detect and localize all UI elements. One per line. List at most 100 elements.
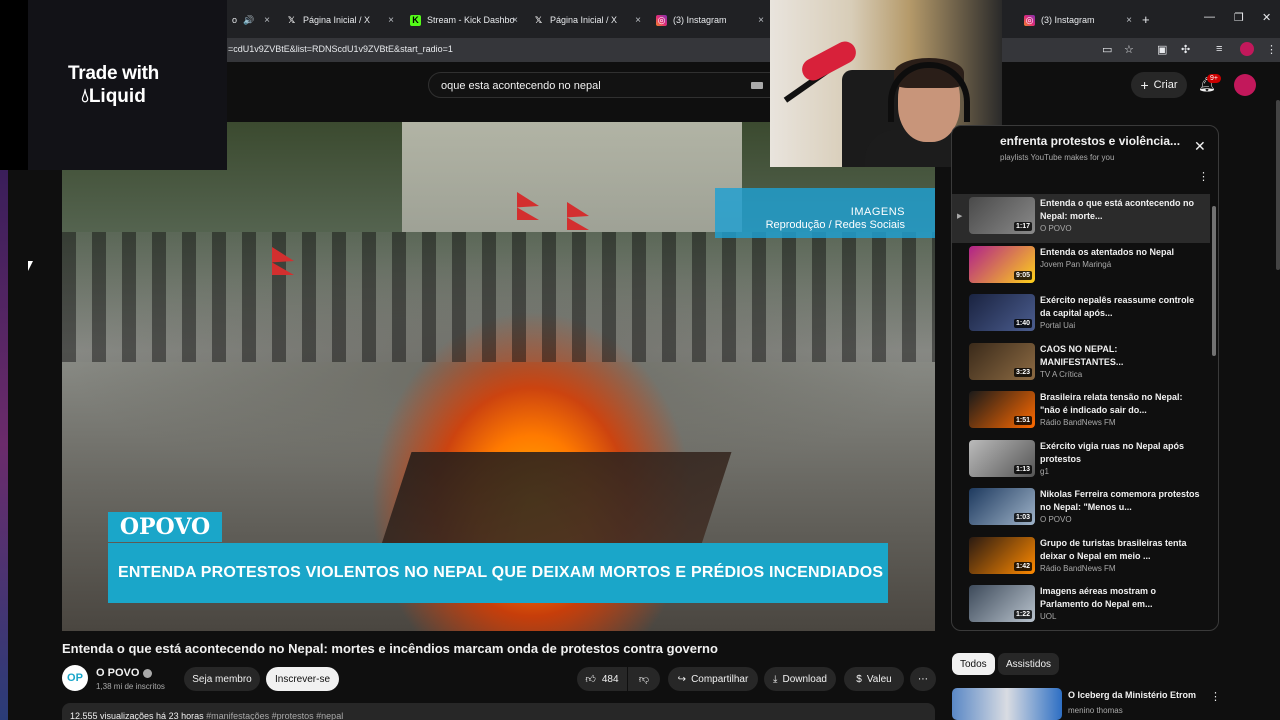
opovo-logo-tag: OPOVO xyxy=(108,512,222,542)
playlist-item[interactable]: 1:22 Imagens aéreas mostram o Parlamento … xyxy=(952,582,1210,630)
description-box[interactable]: 12.555 visualizações há 23 horas #manife… xyxy=(62,703,935,720)
playlist-thumbnail[interactable]: 1:40 xyxy=(969,294,1035,331)
playlist-thumbnail[interactable]: 1:17 xyxy=(969,197,1035,234)
bookmark-star-icon[interactable]: ☆ xyxy=(1124,43,1134,56)
duration-badge: 1:22 xyxy=(1013,610,1032,619)
chip-watched[interactable]: Assistidos xyxy=(998,653,1060,675)
close-tab-icon[interactable]: × xyxy=(758,15,764,26)
video-player[interactable]: IMAGENS Reprodução / Redes Sociais OPOVO… xyxy=(62,122,935,631)
tab-x-home-2[interactable]: 𝕏 Página Inicial / X × xyxy=(527,8,645,32)
close-tab-icon[interactable]: × xyxy=(512,15,518,26)
tab-search-icon[interactable]: ▣ xyxy=(1157,43,1167,56)
media-controls-icon[interactable]: ≡ xyxy=(1216,43,1222,55)
playlist-item-channel: UOL xyxy=(1040,612,1057,621)
playlist-item-title: CAOS NO NEPAL: MANIFESTANTES... xyxy=(1040,343,1124,367)
playlist-item[interactable]: 1:40 Exército nepalês reassume controle d… xyxy=(952,291,1210,340)
playlist-item-title: Exército nepalês reassume controle da ca… xyxy=(1040,295,1195,318)
tab-kick-dashboard[interactable]: K Stream - Kick Dashbo × xyxy=(404,8,522,32)
playlist-item-channel: O POVO xyxy=(1040,515,1072,524)
playlist-thumbnail[interactable]: 1:51 xyxy=(969,391,1035,428)
playlist-item-title: Entenda os atentados no Nepal xyxy=(1040,246,1175,257)
keyboard-icon[interactable] xyxy=(751,82,763,89)
playlist-item-channel: TV A Crítica xyxy=(1040,369,1083,379)
more-vertical-icon[interactable]: ⋮ xyxy=(1210,690,1221,703)
new-tab-icon[interactable]: + xyxy=(1142,12,1150,27)
playlist-item[interactable]: 9:05 Entenda os atentados no Nepal Jovem P… xyxy=(952,243,1210,292)
playlist-thumbnail[interactable]: 9:05 xyxy=(969,245,1035,283)
close-tab-icon[interactable]: × xyxy=(1126,15,1132,26)
like-button[interactable]: 👍︎ 484 xyxy=(577,667,627,691)
playlist-scrollbar[interactable] xyxy=(1212,206,1216,356)
hashtags[interactable]: #manifestações #protestos #nepal xyxy=(206,711,343,720)
browser-profile-avatar[interactable] xyxy=(1240,42,1254,56)
playlist-thumbnail[interactable]: 3:23 xyxy=(969,342,1035,380)
thanks-label: Valeu xyxy=(866,673,892,685)
subscribe-button[interactable]: Inscrever-se xyxy=(266,667,339,691)
minimize-icon[interactable]: ― xyxy=(1204,11,1215,23)
channel-name[interactable]: O POVO xyxy=(96,667,153,679)
share-label: Compartilhar xyxy=(691,673,749,685)
url-field[interactable]: =cdU1v9ZVBtE&list=RDNScdU1v9ZVBtE&start_… xyxy=(228,44,453,54)
playlist-item[interactable]: 1:51 Brasileira relata tensão no Nepal: "… xyxy=(952,388,1210,437)
menu-kebab-icon[interactable]: ⋮ xyxy=(1266,43,1277,56)
verified-check-icon xyxy=(143,668,153,678)
restore-icon[interactable]: ❐ xyxy=(1234,11,1244,24)
tab-x-home[interactable]: 𝕏 Página Inicial / X × xyxy=(280,8,398,32)
video-headline-banner: ENTENDA PROTESTOS VIOLENTOS NO NEPAL QUE… xyxy=(108,543,888,603)
playlist-thumbnail[interactable]: 1:13 xyxy=(969,439,1035,477)
playlist-item[interactable]: ▶ 1:17 Entenda o que está acontecendo no N… xyxy=(952,194,1210,243)
playlist-item-info: Entenda os atentados no Nepal Jovem Pan M… xyxy=(1040,246,1200,269)
x-icon: 𝕏 xyxy=(534,14,543,25)
create-button[interactable]: + Criar xyxy=(1131,72,1187,98)
image-credit-source: Reprodução / Redes Sociais xyxy=(765,219,905,231)
chip-all[interactable]: Todos xyxy=(952,653,995,675)
close-tab-icon[interactable]: × xyxy=(635,15,641,26)
download-button[interactable]: ⤓ Download xyxy=(764,667,836,691)
plus-icon: + xyxy=(1140,77,1149,93)
playlist-item-title: Grupo de turistas brasileiras tenta deix… xyxy=(1040,537,1187,561)
instagram-icon: ◎ xyxy=(1024,14,1035,26)
playlist-item[interactable]: 1:42 Grupo de turistas brasileiras tenta … xyxy=(952,534,1210,583)
dislike-button[interactable]: 👎︎ xyxy=(628,667,660,691)
more-actions-button[interactable]: ⋯ xyxy=(910,667,936,691)
playlist-title[interactable]: enfrenta protestos e violência... xyxy=(1000,134,1180,148)
tab-video[interactable]: o 🔊 × xyxy=(226,8,274,32)
close-tab-icon[interactable]: × xyxy=(264,15,270,26)
sponsor-overlay: Trade with 💧︎Liquid xyxy=(0,0,227,170)
recommendation-thumbnail[interactable] xyxy=(952,688,1062,720)
create-label: Criar xyxy=(1153,79,1178,91)
playlist-thumbnail[interactable]: 1:22 xyxy=(969,585,1035,622)
tab-label: Página Inicial / X xyxy=(303,15,371,25)
close-tab-icon[interactable]: × xyxy=(388,15,394,26)
user-avatar[interactable] xyxy=(1234,74,1256,96)
page-scrollbar[interactable] xyxy=(1276,100,1280,270)
share-button[interactable]: ↪ Compartilhar xyxy=(668,667,758,691)
recommendation-title[interactable]: O Iceberg da Ministério Etrom xyxy=(1068,690,1196,700)
channel-avatar[interactable]: OP xyxy=(62,665,88,691)
join-button[interactable]: Seja membro xyxy=(184,667,260,691)
playlist-item[interactable]: 3:23 CAOS NO NEPAL: MANIFESTANTES... TV A … xyxy=(952,340,1210,389)
search-input[interactable]: oque esta acontecendo no nepal xyxy=(428,72,772,98)
close-icon[interactable]: ✕ xyxy=(1194,138,1206,155)
more-vertical-icon[interactable]: ⋮ xyxy=(1198,170,1209,183)
subscriber-count: 1,38 mi de inscritos xyxy=(96,682,165,691)
download-label: Download xyxy=(782,673,827,685)
duration-badge: 1:17 xyxy=(1013,222,1032,231)
mouse-cursor xyxy=(28,261,33,271)
playlist-item[interactable]: 1:13 Exército vigia ruas no Nepal após pr… xyxy=(952,437,1210,486)
extensions-icon[interactable]: ✣ xyxy=(1181,43,1190,56)
recommendation-channel[interactable]: menino thomas xyxy=(1068,706,1123,715)
playlist-item-channel: g1 xyxy=(1040,466,1049,476)
playlist-thumbnail[interactable]: 1:42 xyxy=(969,536,1035,574)
playlist-item-info: Exército vigia ruas no Nepal após protes… xyxy=(1040,440,1200,476)
x-icon: 𝕏 xyxy=(287,14,296,25)
playlist-item-info: Imagens aéreas mostram o Parlamento do N… xyxy=(1040,585,1200,621)
tab-instagram-2[interactable]: ◎ (3) Instagram × xyxy=(1018,8,1136,32)
playlist-thumbnail[interactable]: 1:03 xyxy=(969,488,1035,525)
close-window-icon[interactable]: ✕ xyxy=(1262,11,1271,24)
tab-label: (3) Instagram xyxy=(1041,15,1095,25)
thanks-button[interactable]: $ Valeu xyxy=(844,667,904,691)
tab-instagram[interactable]: ◎ (3) Instagram × xyxy=(650,8,768,32)
cast-icon[interactable]: ▭ xyxy=(1102,43,1112,56)
playlist-item[interactable]: 1:03 Nikolas Ferreira comemora protestos … xyxy=(952,485,1210,534)
